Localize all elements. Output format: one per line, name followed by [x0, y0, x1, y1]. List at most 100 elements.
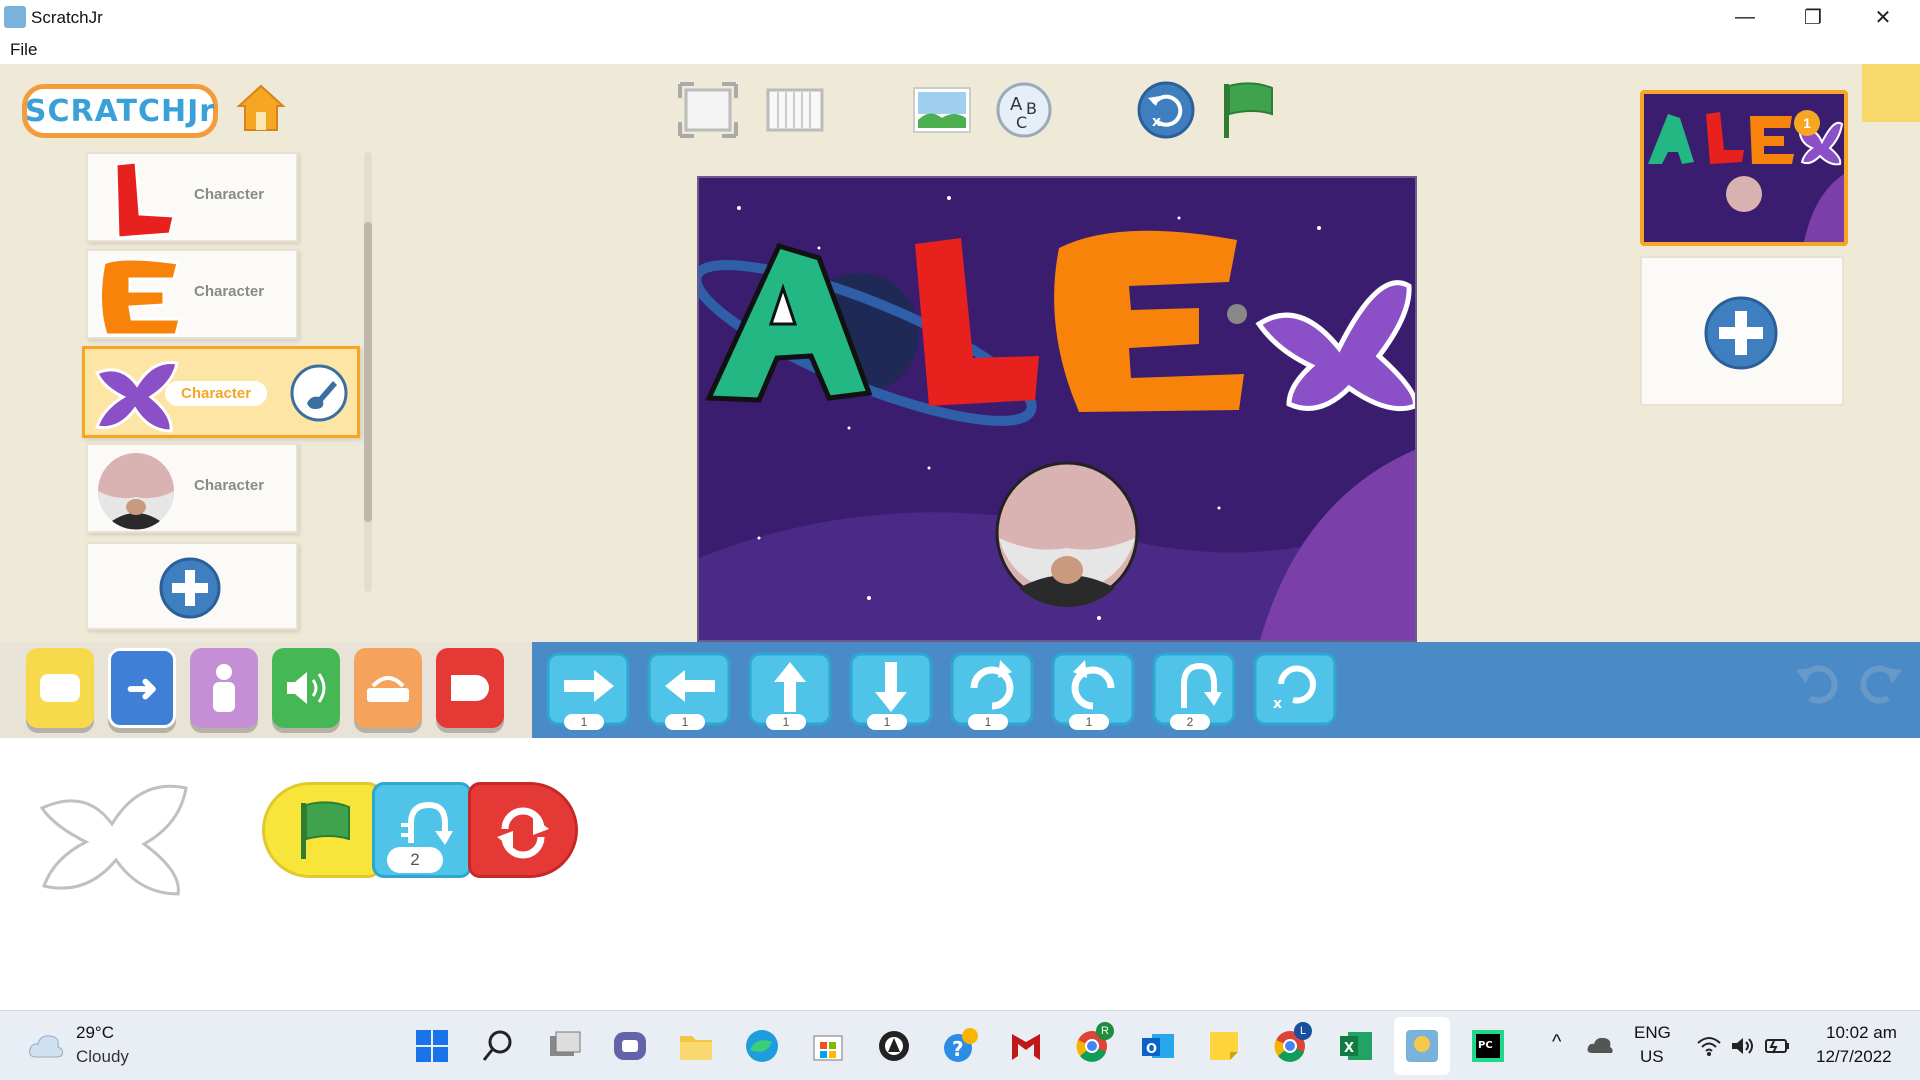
category-looks-button[interactable] — [190, 648, 258, 728]
text-icon[interactable]: A B C — [992, 80, 1056, 140]
character-label: Character — [194, 477, 265, 494]
stage[interactable] — [697, 176, 1417, 642]
chevron-up-icon[interactable]: ^ — [1552, 1031, 1561, 1054]
home-icon[interactable] — [233, 80, 289, 136]
input-region[interactable]: US — [1640, 1047, 1664, 1067]
hop-block[interactable]: 2 — [372, 782, 472, 878]
sticky-notes-icon[interactable] — [1204, 1026, 1244, 1066]
add-page-card — [1640, 256, 1844, 406]
scrollbar-thumb[interactable] — [364, 222, 372, 522]
svg-text:x: x — [1273, 696, 1282, 712]
speaker-icon — [287, 672, 326, 704]
scripting-area[interactable]: 2 — [0, 738, 1920, 1010]
character-card-photo[interactable]: Character — [86, 443, 298, 533]
excel-icon[interactable]: X — [1336, 1026, 1376, 1066]
minimize-button[interactable]: — — [1710, 0, 1780, 34]
windows-start-icon[interactable] — [412, 1026, 452, 1066]
move-right-block[interactable]: 1 — [546, 652, 630, 730]
character-card-e[interactable]: Character — [86, 249, 298, 339]
volume-icon[interactable] — [1730, 1035, 1756, 1057]
gear-app-icon[interactable] — [874, 1026, 914, 1066]
presentation-mode-icon[interactable] — [676, 80, 740, 140]
grid-icon[interactable] — [764, 80, 828, 140]
page-thumbnail-1[interactable]: 1 — [1640, 90, 1848, 246]
help-tips-icon[interactable]: ? — [940, 1026, 980, 1066]
paint-editor-icon[interactable] — [289, 363, 349, 423]
file-explorer-icon[interactable] — [676, 1026, 716, 1066]
hop-block[interactable]: 2 — [1152, 652, 1236, 730]
scratchjr-taskbar-icon[interactable] — [1402, 1026, 1442, 1066]
block-value-field[interactable]: 1 — [564, 714, 604, 730]
block-value-field[interactable]: 1 — [1069, 714, 1109, 730]
menu-file[interactable]: File — [10, 40, 37, 60]
redo-icon[interactable] — [1856, 658, 1906, 708]
close-button[interactable]: ✕ — [1848, 0, 1918, 34]
clock-date[interactable]: 12/7/2022 — [1816, 1047, 1892, 1067]
page-corner-fold — [1862, 64, 1920, 122]
letter-l-sprite — [114, 160, 176, 240]
input-language[interactable]: ENG — [1634, 1023, 1671, 1043]
chrome-profile-badge: R — [1096, 1022, 1114, 1040]
category-control-button[interactable] — [354, 648, 422, 728]
add-character-button[interactable] — [158, 556, 222, 620]
go-home-block[interactable]: x — [1253, 652, 1337, 730]
block-value-field[interactable]: 2 — [1170, 714, 1210, 730]
block-value-field[interactable]: 1 — [665, 714, 705, 730]
mcafee-icon[interactable] — [1006, 1026, 1046, 1066]
move-down-block[interactable]: 1 — [849, 652, 933, 730]
repeat-forever-block[interactable] — [468, 782, 578, 878]
weather-desc[interactable]: Cloudy — [76, 1047, 129, 1067]
turn-right-block[interactable]: 1 — [950, 652, 1034, 730]
block-value-field[interactable]: 1 — [968, 714, 1008, 730]
category-triggering-button[interactable] — [26, 648, 94, 728]
end-category-icon — [451, 675, 489, 701]
edge-browser-icon[interactable] — [742, 1026, 782, 1066]
character-card-l[interactable]: Character — [86, 152, 298, 242]
character-list-scrollbar[interactable] — [364, 152, 372, 592]
pycharm-icon[interactable]: PC — [1468, 1026, 1508, 1066]
windows-taskbar: 29°C Cloudy ? R O L X PC ^ ENG US 10:02 … — [0, 1010, 1920, 1080]
clock-time[interactable]: 10:02 am — [1826, 1023, 1897, 1043]
weather-temp[interactable]: 29°C — [76, 1023, 114, 1043]
teams-chat-icon[interactable] — [610, 1026, 650, 1066]
turn-left-block[interactable]: 1 — [1051, 652, 1135, 730]
hop-icon — [401, 801, 453, 845]
category-end-button[interactable] — [436, 648, 504, 728]
background-icon[interactable] — [910, 80, 974, 140]
move-left-block[interactable]: 1 — [647, 652, 731, 730]
scratchjr-logo: SCRATCHJr — [22, 84, 218, 138]
chrome-profile-r-icon[interactable]: R — [1072, 1022, 1114, 1066]
task-view-icon[interactable] — [544, 1026, 584, 1066]
restore-icon: ❐ — [1804, 6, 1822, 29]
battery-icon[interactable] — [1764, 1035, 1790, 1057]
block-value-field[interactable]: 1 — [867, 714, 907, 730]
microsoft-store-icon[interactable] — [808, 1026, 848, 1066]
add-page-button[interactable] — [1702, 294, 1780, 372]
selected-character-outline — [39, 784, 188, 896]
category-sound-button[interactable] — [272, 648, 340, 728]
svg-text:PC: PC — [1478, 1040, 1493, 1051]
svg-text:C: C — [1016, 113, 1027, 132]
outlook-icon[interactable]: O — [1138, 1026, 1178, 1066]
letter-e-sprite — [98, 257, 182, 337]
wifi-icon[interactable] — [1696, 1035, 1722, 1057]
block-palette: ➜ 1 1 1 1 1 1 2 x — [0, 642, 1920, 738]
green-flag-icon[interactable] — [1216, 80, 1280, 140]
move-up-block[interactable]: 1 — [748, 652, 832, 730]
reset-icon[interactable]: x — [1134, 80, 1198, 140]
green-flag-trigger-block[interactable] — [262, 782, 382, 878]
undo-icon[interactable] — [1792, 658, 1842, 708]
control-icon — [367, 676, 409, 702]
onedrive-icon[interactable] — [1586, 1035, 1614, 1055]
chrome-profile-l-icon[interactable]: L — [1270, 1022, 1312, 1066]
restore-button[interactable]: ❐ — [1778, 0, 1848, 34]
character-card-x-selected[interactable]: Character — [82, 346, 360, 438]
svg-text:A: A — [1010, 94, 1023, 115]
app-area: SCRATCHJr A B C x Character Character Ch… — [0, 64, 1920, 642]
category-motion-button[interactable]: ➜ — [108, 648, 176, 728]
window-title: ScratchJr — [31, 8, 103, 27]
search-icon[interactable] — [478, 1026, 518, 1066]
block-value-field[interactable]: 1 — [766, 714, 806, 730]
hop-value-field[interactable]: 2 — [387, 847, 443, 873]
scratchjr-app-icon — [4, 6, 26, 28]
